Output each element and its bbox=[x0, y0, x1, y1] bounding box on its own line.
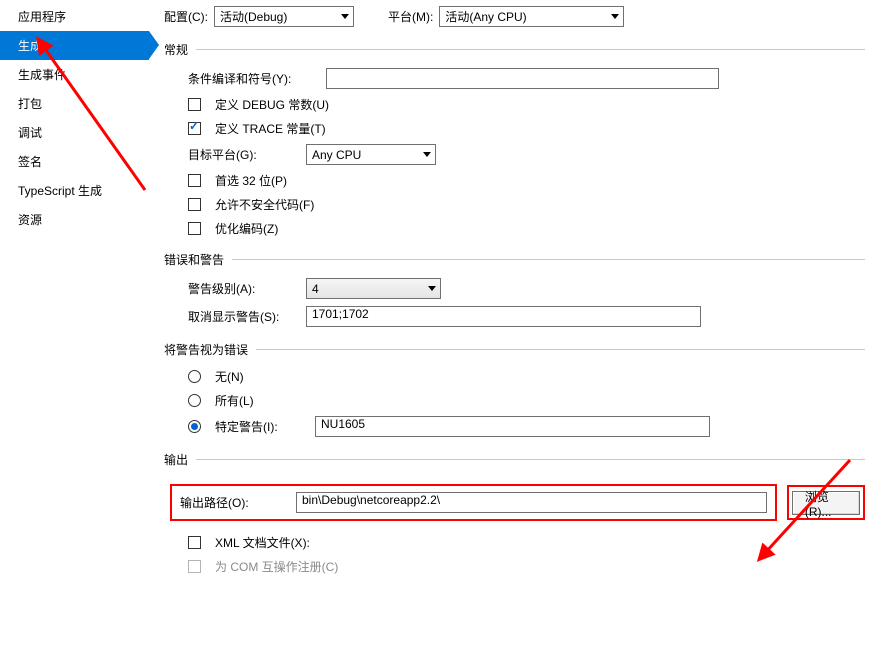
com-checkbox[interactable] bbox=[188, 560, 201, 573]
browse-button[interactable]: 浏览(R)... bbox=[792, 491, 860, 515]
sidebar-item-debug[interactable]: 调试 bbox=[0, 118, 149, 147]
radio-specific-label: 特定警告(I): bbox=[215, 418, 307, 435]
trace-label: 定义 TRACE 常量(T) bbox=[215, 120, 326, 137]
chevron-down-icon bbox=[611, 14, 619, 19]
chevron-down-icon bbox=[423, 152, 431, 157]
radio-specific[interactable] bbox=[188, 420, 201, 433]
section-title: 输出 bbox=[164, 451, 188, 468]
config-row: 配置(C): 活动(Debug) 平台(M): 活动(Any CPU) bbox=[164, 6, 865, 27]
config-value: 活动(Debug) bbox=[220, 8, 287, 25]
specific-input[interactable]: NU1605 bbox=[315, 416, 710, 437]
prefer32-checkbox[interactable] bbox=[188, 174, 201, 187]
sidebar-item-label: TypeScript 生成 bbox=[18, 184, 102, 198]
level-label: 警告级别(A): bbox=[188, 280, 298, 297]
radio-all[interactable] bbox=[188, 394, 201, 407]
supp-label: 取消显示警告(S): bbox=[188, 308, 298, 325]
supp-input[interactable]: 1701;1702 bbox=[306, 306, 701, 327]
level-select[interactable]: 4 bbox=[306, 278, 441, 299]
section-general: 常规 bbox=[164, 41, 865, 58]
prefer32-label: 首选 32 位(P) bbox=[215, 172, 287, 189]
optimize-label: 优化编码(Z) bbox=[215, 220, 278, 237]
sidebar-item-label: 签名 bbox=[18, 155, 42, 169]
sidebar-item-build-events[interactable]: 生成事件 bbox=[0, 60, 149, 89]
debug-checkbox[interactable] bbox=[188, 98, 201, 111]
com-label: 为 COM 互操作注册(C) bbox=[215, 558, 338, 575]
platform-label: 平台(M): bbox=[388, 8, 433, 25]
unsafe-checkbox[interactable] bbox=[188, 198, 201, 211]
browse-highlight: 浏览(R)... bbox=[787, 485, 865, 521]
sidebar-item-package[interactable]: 打包 bbox=[0, 89, 149, 118]
cond-label: 条件编译和符号(Y): bbox=[188, 70, 318, 87]
section-output: 输出 bbox=[164, 451, 865, 468]
section-treat: 将警告视为错误 bbox=[164, 341, 865, 358]
debug-label: 定义 DEBUG 常数(U) bbox=[215, 96, 329, 113]
config-label: 配置(C): bbox=[164, 8, 208, 25]
sidebar-item-label: 资源 bbox=[18, 213, 42, 227]
sidebar-item-app[interactable]: 应用程序 bbox=[0, 2, 149, 31]
section-errwarn: 错误和警告 bbox=[164, 251, 865, 268]
target-select[interactable]: Any CPU bbox=[306, 144, 436, 165]
platform-select[interactable]: 活动(Any CPU) bbox=[439, 6, 624, 27]
main-panel: 配置(C): 活动(Debug) 平台(M): 活动(Any CPU) 常规 条… bbox=[150, 0, 879, 668]
config-select[interactable]: 活动(Debug) bbox=[214, 6, 354, 27]
section-title: 常规 bbox=[164, 41, 188, 58]
trace-checkbox[interactable] bbox=[188, 122, 201, 135]
sidebar-item-build[interactable]: 生成 bbox=[0, 31, 149, 60]
sidebar-item-sign[interactable]: 签名 bbox=[0, 147, 149, 176]
radio-none[interactable] bbox=[188, 370, 201, 383]
chevron-down-icon bbox=[341, 14, 349, 19]
sidebar-item-label: 应用程序 bbox=[18, 10, 66, 24]
chevron-down-icon bbox=[428, 286, 436, 291]
browse-label: 浏览(R)... bbox=[805, 488, 847, 519]
section-title: 错误和警告 bbox=[164, 251, 224, 268]
output-path-input[interactable]: bin\Debug\netcoreapp2.2\ bbox=[296, 492, 767, 513]
sidebar: 应用程序 生成 生成事件 打包 调试 签名 TypeScript 生成 资源 bbox=[0, 0, 150, 668]
radio-all-label: 所有(L) bbox=[215, 392, 254, 409]
level-value: 4 bbox=[312, 282, 319, 296]
output-path-highlight: 输出路径(O): bin\Debug\netcoreapp2.2\ bbox=[170, 484, 777, 521]
sidebar-item-label: 生成 bbox=[18, 39, 42, 53]
sidebar-item-resources[interactable]: 资源 bbox=[0, 205, 149, 234]
sidebar-item-typescript[interactable]: TypeScript 生成 bbox=[0, 176, 149, 205]
xmldoc-label: XML 文档文件(X): bbox=[215, 534, 310, 551]
sidebar-item-label: 打包 bbox=[18, 97, 42, 111]
target-label: 目标平台(G): bbox=[188, 146, 298, 163]
target-value: Any CPU bbox=[312, 148, 361, 162]
section-title: 将警告视为错误 bbox=[164, 341, 248, 358]
unsafe-label: 允许不安全代码(F) bbox=[215, 196, 314, 213]
cond-input[interactable] bbox=[326, 68, 719, 89]
radio-none-label: 无(N) bbox=[215, 368, 244, 385]
optimize-checkbox[interactable] bbox=[188, 222, 201, 235]
xmldoc-checkbox[interactable] bbox=[188, 536, 201, 549]
sidebar-item-label: 生成事件 bbox=[18, 68, 66, 82]
platform-value: 活动(Any CPU) bbox=[445, 8, 526, 25]
sidebar-item-label: 调试 bbox=[18, 126, 42, 140]
output-path-label: 输出路径(O): bbox=[180, 494, 296, 511]
